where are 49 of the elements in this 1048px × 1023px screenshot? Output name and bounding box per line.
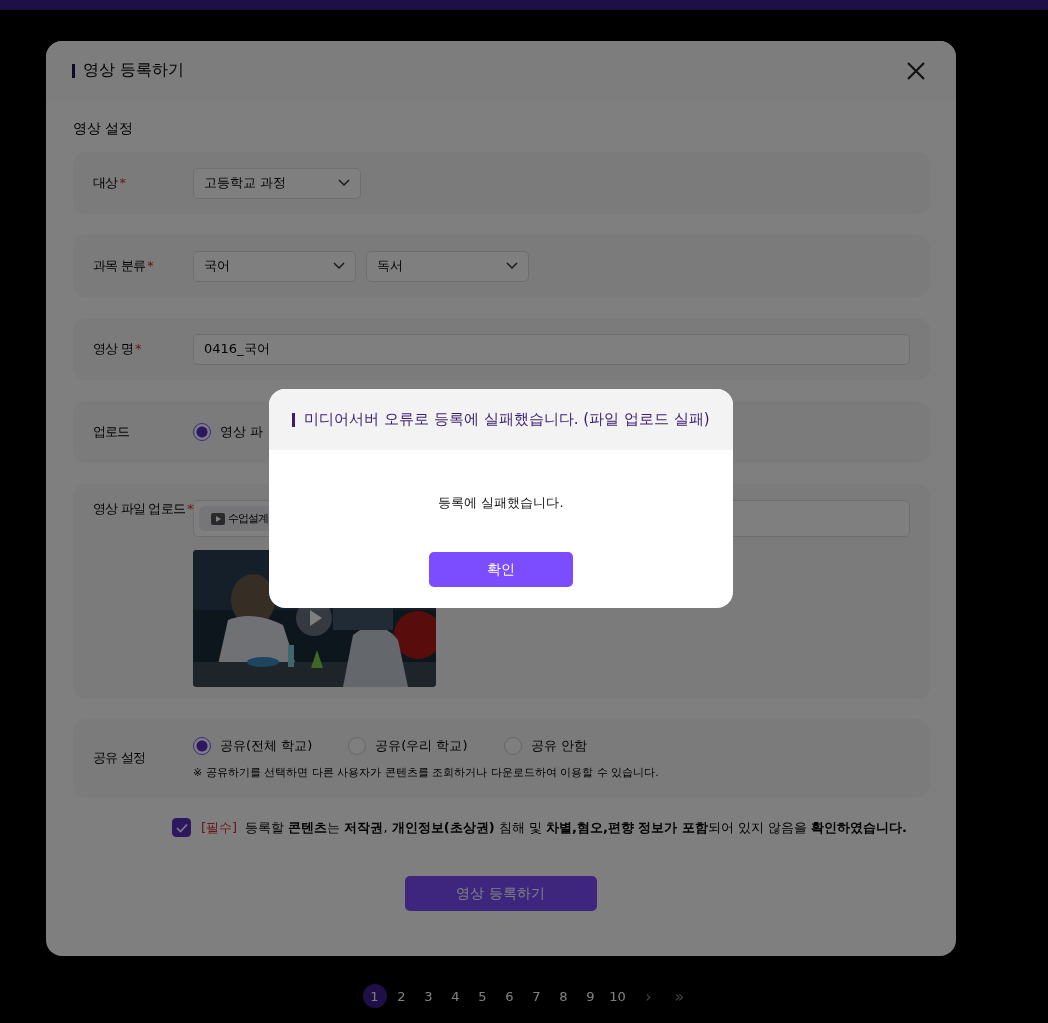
modal-title: 영상 등록하기 [83,60,186,81]
radio-label: 공유(전체 학교) [220,736,313,755]
required-mark: * [134,341,141,356]
page-button[interactable]: 7 [524,984,549,1008]
required-tag: [필수] [201,818,238,837]
share-note: ※ 공유하기를 선택하면 다른 사용자가 콘텐츠를 조회하거나 다운로드하여 이용할 수 있습니다. [193,764,660,780]
alert-title: 미디어서버 오류로 등록에 실패했습니다. (파일 업로드 실패) [304,410,710,429]
file-name: 수업설계 [228,511,268,526]
consent-text: 등록할 콘텐츠는 저작권, 개인정보(초상권) 침해 및 차별,혐오,편향 정보가 포함되어 있지 않음을 확인하였습니다. [245,818,907,837]
accent-bar [72,63,75,78]
radio-label: 공유(우리 학교) [375,736,468,755]
page-button[interactable]: 6 [497,984,522,1008]
page-button[interactable]: 3 [416,984,441,1008]
select-field[interactable]: 국어 [193,250,356,282]
close-icon[interactable] [906,60,926,81]
page-button[interactable]: 2 [389,984,414,1008]
chevron-down-icon [506,262,518,270]
radio-button[interactable] [193,736,211,755]
required-mark: * [147,258,153,273]
field-label: 공유 설정 [93,750,146,765]
select-field[interactable]: 고등학교 과정 [193,167,361,199]
field-label: 업로드 [93,424,130,439]
field-label: 과목 분류 [93,258,146,273]
section-title: 영상 설정 [73,120,135,138]
confirm-button[interactable]: 확인 [429,552,573,587]
required-mark: * [187,501,193,516]
page-button[interactable]: 9 [578,984,603,1008]
checkbox[interactable] [172,818,191,837]
field-label: 대상 [93,175,118,190]
page-button[interactable]: 1 [362,984,387,1008]
video-icon [211,512,225,525]
required-mark: * [119,175,126,190]
radio-label: 영상 파 [220,423,264,441]
submit-button[interactable]: 영상 등록하기 [404,876,597,911]
input-field[interactable]: 0416_국어 [193,333,910,365]
chevron-down-icon [333,262,345,270]
radio-button[interactable] [193,423,211,441]
accent-bar [292,412,296,427]
alert-message: 등록에 실패했습니다. [438,494,564,512]
check-icon [175,822,188,833]
page-button[interactable]: 8 [551,984,576,1008]
field-label: 영상 명 [93,341,133,356]
chevron-down-icon [338,179,350,187]
field-label: 영상 파일 업로드 [93,501,186,516]
select-field[interactable]: 독서 [366,250,529,282]
page-button[interactable]: 10 [605,984,630,1008]
radio-label: 공유 안함 [530,736,587,755]
page-button[interactable]: 5 [470,984,495,1008]
page-button[interactable]: 4 [443,984,468,1008]
